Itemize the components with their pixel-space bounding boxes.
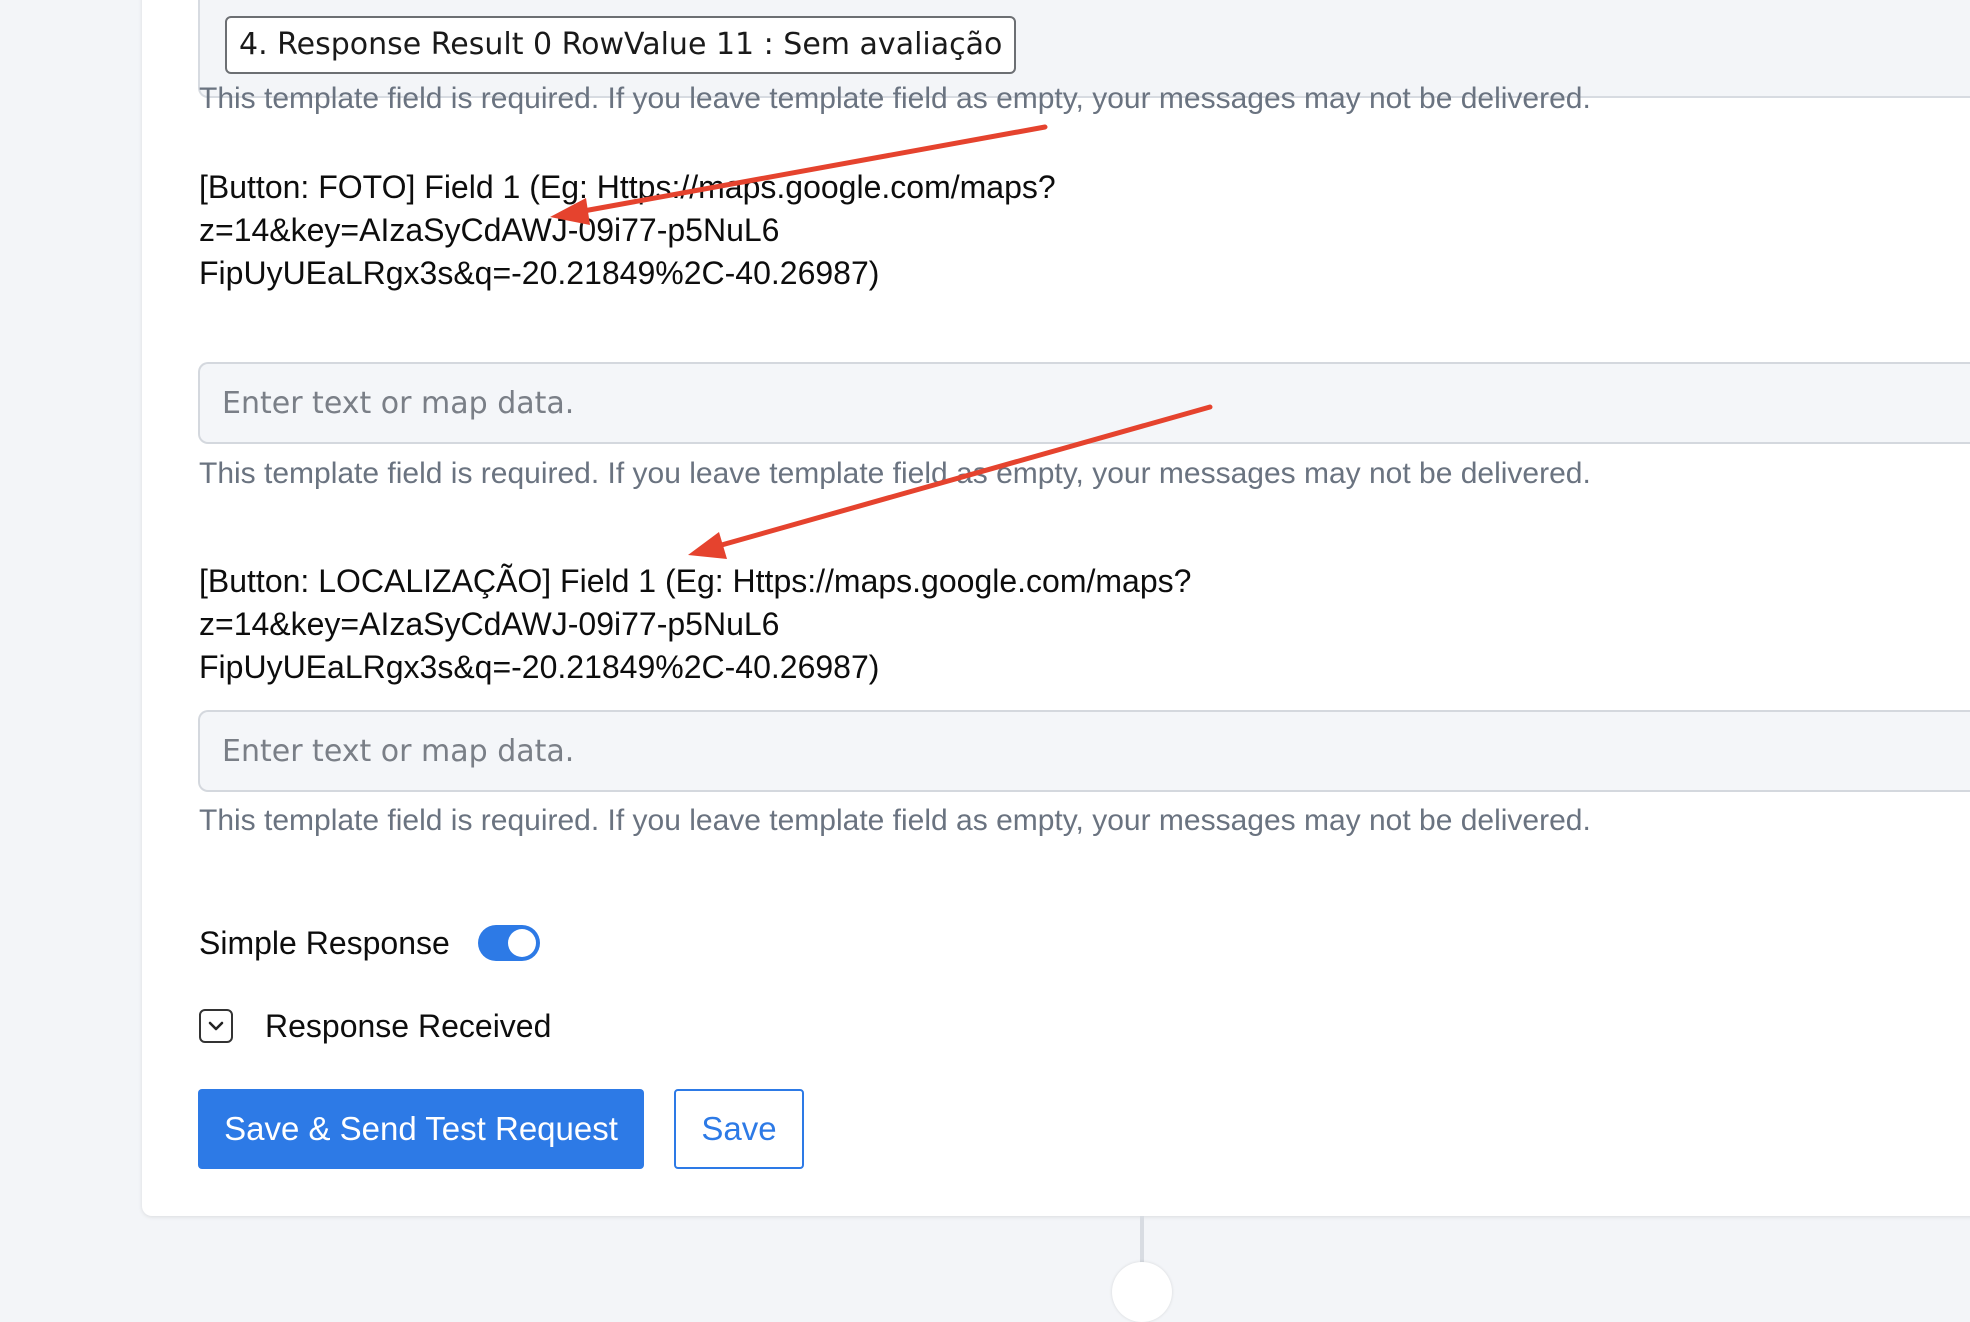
field-label-line: [Button: FOTO] Field 1 (Eg: Https://maps… [199, 169, 1056, 205]
localizacao-field-input[interactable] [198, 710, 1970, 792]
foto-field-input[interactable] [198, 362, 1970, 444]
simple-response-label: Simple Response [199, 924, 450, 961]
field-label-line: [Button: LOCALIZAÇÃO] Field 1 (Eg: Https… [199, 563, 1192, 599]
field-label-localizacao: [Button: LOCALIZAÇÃO] Field 1 (Eg: Https… [199, 560, 1191, 689]
required-hint-2: This template field is required. If you … [199, 457, 1591, 490]
field-label-line: FipUyUEaLRgx3s&q=-20.21849%2C-40.26987) [199, 649, 880, 685]
response-received-row[interactable]: Response Received [199, 998, 551, 1054]
flow-connector-node[interactable] [1112, 1262, 1172, 1322]
save-button[interactable]: Save [674, 1089, 804, 1169]
simple-response-toggle[interactable] [477, 925, 540, 961]
field-label-foto: [Button: FOTO] Field 1 (Eg: Https://maps… [199, 166, 1056, 295]
required-hint-3: This template field is required. If you … [199, 804, 1591, 837]
response-received-expand-button[interactable] [199, 1009, 233, 1043]
field-label-line: z=14&key=AIzaSyCdAWJ-09i77-p5NuL6 [199, 212, 780, 248]
field-label-line: FipUyUEaLRgx3s&q=-20.21849%2C-40.26987) [199, 255, 880, 291]
response-received-label: Response Received [265, 1007, 552, 1044]
simple-response-row: Simple Response [199, 915, 540, 971]
mapped-value-chip[interactable]: 4. Response Result 0 RowValue 11 : Sem a… [225, 16, 1017, 74]
required-hint-1: This template field is required. If you … [199, 82, 1591, 115]
chevron-down-icon [208, 1021, 224, 1031]
save-and-send-test-button[interactable]: Save & Send Test Request [198, 1089, 644, 1169]
field-label-line: z=14&key=AIzaSyCdAWJ-09i77-p5NuL6 [199, 606, 780, 642]
toggle-knob [507, 929, 536, 957]
